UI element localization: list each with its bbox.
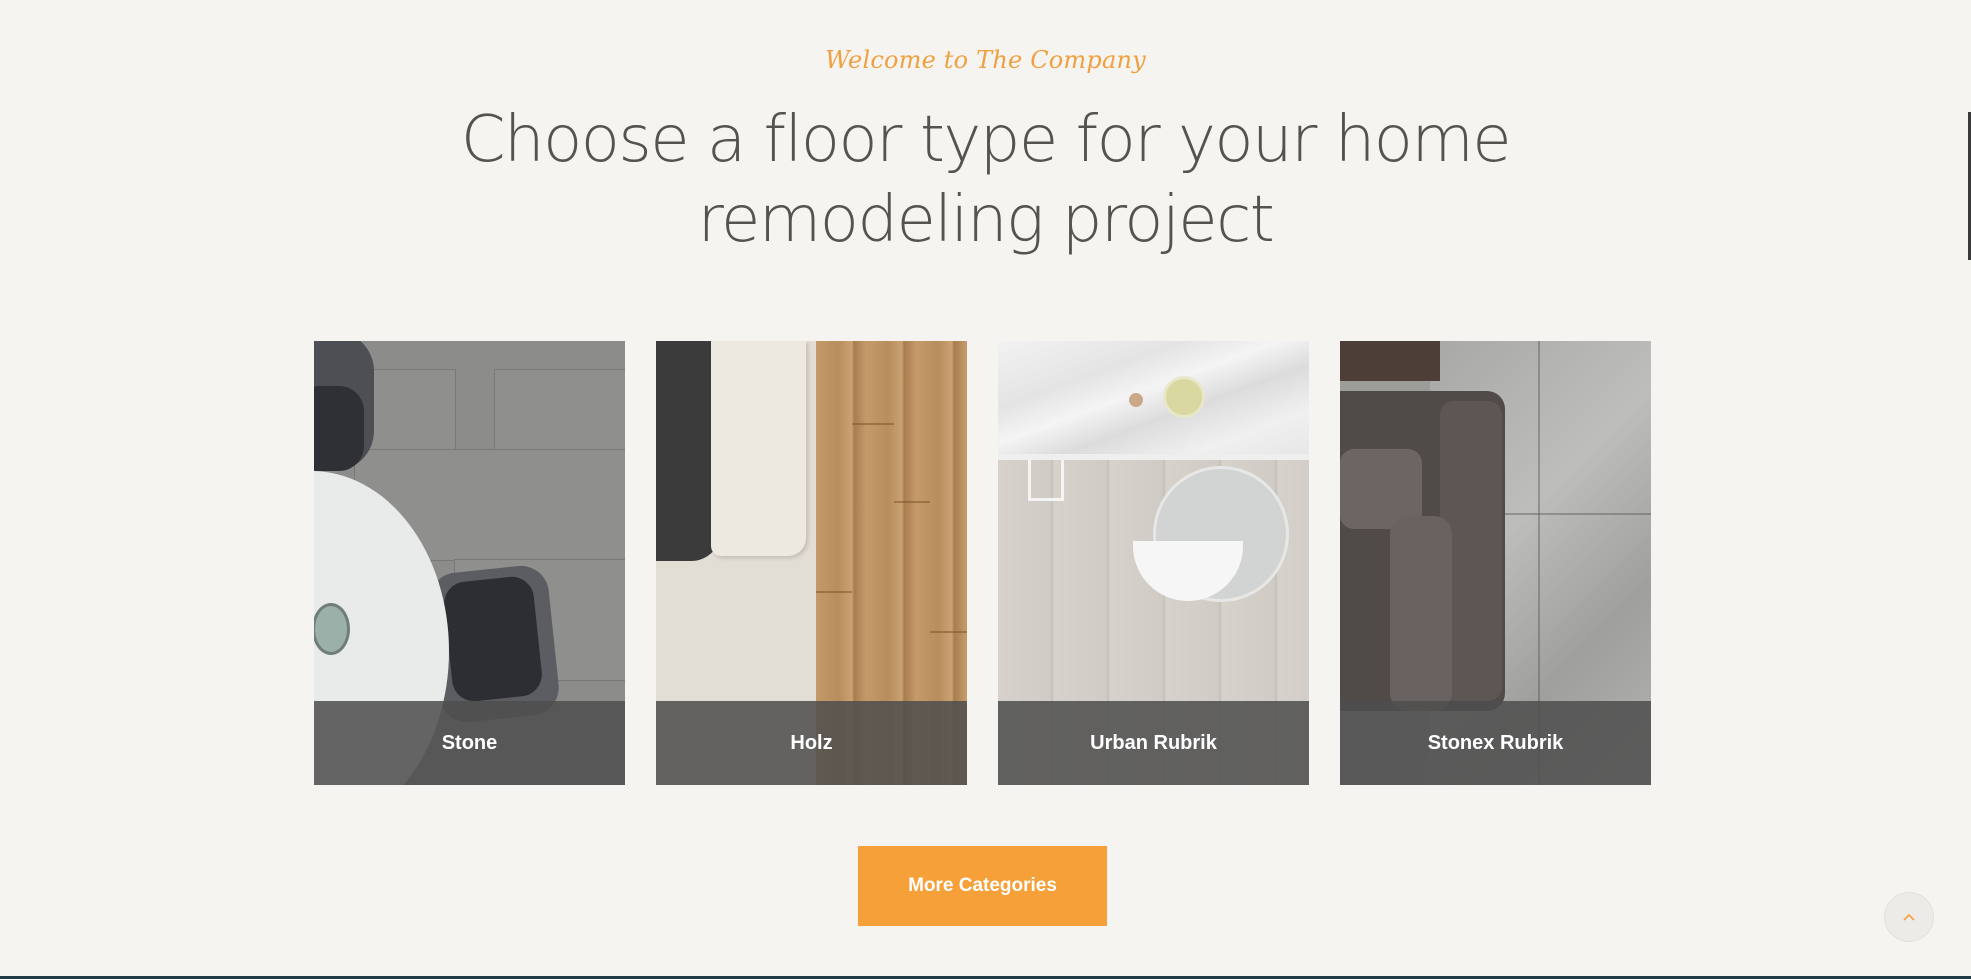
section-heading: Choose a floor type for your home remode…: [460, 103, 1512, 257]
plank-seam: [852, 423, 894, 425]
chair-seat-image: [314, 386, 364, 471]
floor-type-cards: Stone Holz Urban Rubrik Stonex Rubrik: [314, 341, 1651, 785]
stool-frame-image: [1028, 460, 1064, 501]
more-categories-button[interactable]: More Categories: [858, 846, 1107, 926]
floor-tile: [494, 369, 625, 451]
cup-image: [1163, 376, 1205, 418]
plank-seam: [816, 591, 852, 593]
chevron-up-icon: [1903, 913, 1915, 921]
wood-panel-image: [1340, 341, 1440, 381]
section-tagline: Welcome to The Company: [825, 46, 1146, 74]
floor-card-stonex-rubrik[interactable]: Stonex Rubrik: [1340, 341, 1651, 785]
card-caption: Holz: [656, 701, 967, 785]
floor-card-urban-rubrik[interactable]: Urban Rubrik: [998, 341, 1309, 785]
cup-image: [1129, 393, 1143, 407]
card-caption: Urban Rubrik: [998, 701, 1309, 785]
card-caption: Stone: [314, 701, 625, 785]
chair-seat-image: [441, 574, 545, 704]
marble-counter-image: [998, 341, 1309, 456]
bed-image: [711, 341, 806, 556]
plank-seam: [930, 631, 967, 633]
card-caption: Stonex Rubrik: [1340, 701, 1651, 785]
plank-seam: [894, 501, 930, 503]
floor-card-holz[interactable]: Holz: [656, 341, 967, 785]
floor-card-stone[interactable]: Stone: [314, 341, 625, 785]
cushion-image: [1390, 516, 1452, 711]
scroll-to-top-button[interactable]: [1884, 892, 1934, 942]
